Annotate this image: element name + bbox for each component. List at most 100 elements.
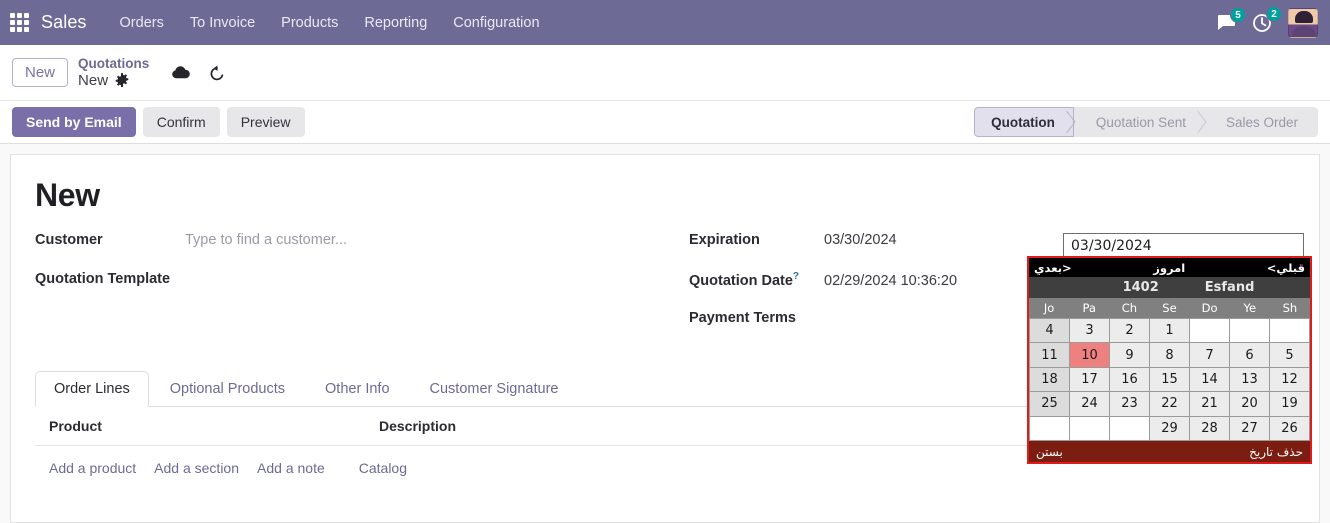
quotation-date-label-text: Quotation Date bbox=[689, 272, 793, 289]
messages-count-badge: 5 bbox=[1230, 6, 1246, 23]
apps-grid-icon[interactable] bbox=[10, 13, 29, 32]
tab-other-info[interactable]: Other Info bbox=[306, 371, 408, 407]
action-row: Send by Email Confirm Preview Quotation … bbox=[0, 101, 1330, 144]
cloud-upload-icon[interactable] bbox=[171, 65, 191, 80]
weekday-do: Do bbox=[1201, 301, 1218, 315]
datepicker-nav: قبلي> امروز <بعدي bbox=[1029, 258, 1310, 277]
day-cell-2[interactable]: 2 bbox=[1110, 319, 1149, 343]
datepicker-today-button[interactable]: امروز bbox=[1153, 261, 1185, 275]
day-cell-20[interactable]: 20 bbox=[1230, 392, 1269, 416]
datepicker-close-button[interactable]: بستن bbox=[1036, 445, 1063, 459]
day-cell-26[interactable]: 26 bbox=[1270, 416, 1309, 440]
day-cell-empty bbox=[1070, 416, 1109, 440]
menu-configuration[interactable]: Configuration bbox=[440, 15, 552, 31]
day-cell-9[interactable]: 9 bbox=[1110, 343, 1149, 367]
day-cell-3[interactable]: 3 bbox=[1070, 319, 1109, 343]
activities-button[interactable]: 2 bbox=[1252, 5, 1282, 33]
day-cell-19[interactable]: 19 bbox=[1270, 392, 1309, 416]
status-bar: Quotation Quotation Sent Sales Order bbox=[974, 107, 1318, 137]
field-quotation-date-label: Quotation Date? bbox=[689, 271, 824, 289]
catalog-link[interactable]: Catalog bbox=[359, 460, 407, 476]
day-cell-17[interactable]: 17 bbox=[1070, 367, 1109, 392]
field-customer-label: Customer bbox=[35, 232, 103, 248]
breadcrumb-row: New Quotations New bbox=[0, 45, 1330, 101]
day-cell-16[interactable]: 16 bbox=[1110, 367, 1149, 392]
day-cell-7[interactable]: 7 bbox=[1190, 343, 1229, 367]
day-cell-24[interactable]: 24 bbox=[1070, 392, 1109, 416]
datepicker-year[interactable]: 1402 bbox=[1123, 280, 1159, 295]
day-cell-22[interactable]: 22 bbox=[1150, 392, 1189, 416]
day-cell-23[interactable]: 23 bbox=[1110, 392, 1149, 416]
day-cell-8[interactable]: 8 bbox=[1150, 343, 1189, 367]
day-cell-18[interactable]: 18 bbox=[1030, 367, 1069, 392]
weekday-se: Se bbox=[1162, 301, 1177, 315]
tab-customer-signature[interactable]: Customer Signature bbox=[411, 371, 578, 407]
day-cell-6[interactable]: 6 bbox=[1230, 343, 1269, 367]
send-by-email-button[interactable]: Send by Email bbox=[12, 107, 136, 137]
status-stage-quotation[interactable]: Quotation bbox=[974, 107, 1074, 137]
day-cell-13[interactable]: 13 bbox=[1230, 367, 1269, 392]
datepicker-year-month: 1402 Esfand bbox=[1029, 277, 1310, 298]
menu-products[interactable]: Products bbox=[268, 15, 351, 31]
field-customer-row: Customer Type to find a customer... bbox=[35, 232, 665, 271]
tab-order-lines[interactable]: Order Lines bbox=[35, 371, 149, 407]
breadcrumb-current-new: New bbox=[78, 71, 109, 89]
field-payment-terms-label: Payment Terms bbox=[689, 310, 796, 326]
day-cell-empty bbox=[1110, 416, 1149, 440]
day-cell-1[interactable]: 1 bbox=[1150, 319, 1189, 343]
expiration-value[interactable]: 03/30/2024 bbox=[824, 232, 897, 248]
day-cell-empty bbox=[1270, 319, 1309, 343]
datepicker-clear-date-button[interactable]: حذف تاریخ bbox=[1249, 445, 1303, 459]
new-record-button[interactable]: New bbox=[12, 58, 69, 87]
add-a-note-link[interactable]: Add a note bbox=[257, 460, 325, 476]
weekday-sh: Sh bbox=[1282, 301, 1298, 315]
customer-input[interactable]: Type to find a customer... bbox=[185, 232, 347, 248]
jalali-datepicker: قبلي> امروز <بعدي 1402 Esfand Jo Pa Ch S… bbox=[1027, 256, 1312, 464]
breadcrumb-parent-quotations[interactable]: Quotations bbox=[78, 56, 149, 72]
day-cell-12[interactable]: 12 bbox=[1270, 367, 1309, 392]
weekday-ye: Ye bbox=[1243, 301, 1257, 315]
field-expiration-label: Expiration bbox=[689, 232, 760, 248]
field-quotation-template-row: Quotation Template bbox=[35, 271, 665, 310]
menu-reporting[interactable]: Reporting bbox=[351, 15, 440, 31]
breadcrumb: Quotations New bbox=[78, 56, 149, 89]
add-a-product-link[interactable]: Add a product bbox=[49, 460, 136, 476]
day-cell-4[interactable]: 4 bbox=[1030, 319, 1069, 343]
column-header-description: Description bbox=[379, 418, 457, 434]
undo-icon[interactable] bbox=[208, 64, 226, 81]
breadcrumb-current-row: New bbox=[78, 72, 149, 89]
day-cell-25[interactable]: 25 bbox=[1030, 392, 1069, 416]
datepicker-next-button[interactable]: <بعدي bbox=[1034, 261, 1072, 275]
preview-button[interactable]: Preview bbox=[226, 107, 305, 137]
tab-optional-products[interactable]: Optional Products bbox=[151, 371, 304, 407]
day-cell-5[interactable]: 5 bbox=[1270, 343, 1309, 367]
day-cell-empty bbox=[1230, 319, 1269, 343]
avatar[interactable] bbox=[1288, 7, 1318, 38]
day-cell-11[interactable]: 11 bbox=[1030, 343, 1069, 367]
add-a-section-link[interactable]: Add a section bbox=[154, 460, 239, 476]
day-cell-21[interactable]: 21 bbox=[1190, 392, 1229, 416]
day-cell-27[interactable]: 27 bbox=[1230, 416, 1269, 440]
page-title: New bbox=[35, 177, 100, 213]
app-brand-sales[interactable]: Sales bbox=[41, 12, 87, 33]
gear-icon[interactable] bbox=[115, 73, 129, 88]
day-cell-10[interactable]: 10 bbox=[1070, 343, 1109, 367]
day-cell-28[interactable]: 28 bbox=[1190, 416, 1229, 440]
day-cell-15[interactable]: 15 bbox=[1150, 367, 1189, 392]
day-cell-29[interactable]: 29 bbox=[1150, 416, 1189, 440]
messages-button[interactable]: 5 bbox=[1216, 6, 1246, 32]
confirm-button[interactable]: Confirm bbox=[142, 107, 220, 137]
status-stage-sales-order[interactable]: Sales Order bbox=[1204, 107, 1316, 137]
status-stage-quotation-sent[interactable]: Quotation Sent bbox=[1074, 107, 1204, 137]
day-cell-14[interactable]: 14 bbox=[1190, 367, 1229, 392]
datepicker-prev-button[interactable]: قبلي> bbox=[1267, 261, 1305, 275]
quotation-date-value[interactable]: 02/29/2024 10:36:20 bbox=[824, 273, 957, 289]
datepicker-month[interactable]: Esfand bbox=[1205, 280, 1255, 295]
day-cell-empty bbox=[1030, 416, 1069, 440]
help-icon[interactable]: ? bbox=[793, 271, 799, 282]
datepicker-weekdays: Jo Pa Ch Se Do Ye Sh bbox=[1029, 298, 1310, 318]
menu-to-invoice[interactable]: To Invoice bbox=[177, 15, 268, 31]
menu-orders[interactable]: Orders bbox=[107, 15, 177, 31]
weekday-ch: Ch bbox=[1121, 301, 1138, 315]
top-navbar: Sales Orders To Invoice Products Reporti… bbox=[0, 0, 1330, 45]
